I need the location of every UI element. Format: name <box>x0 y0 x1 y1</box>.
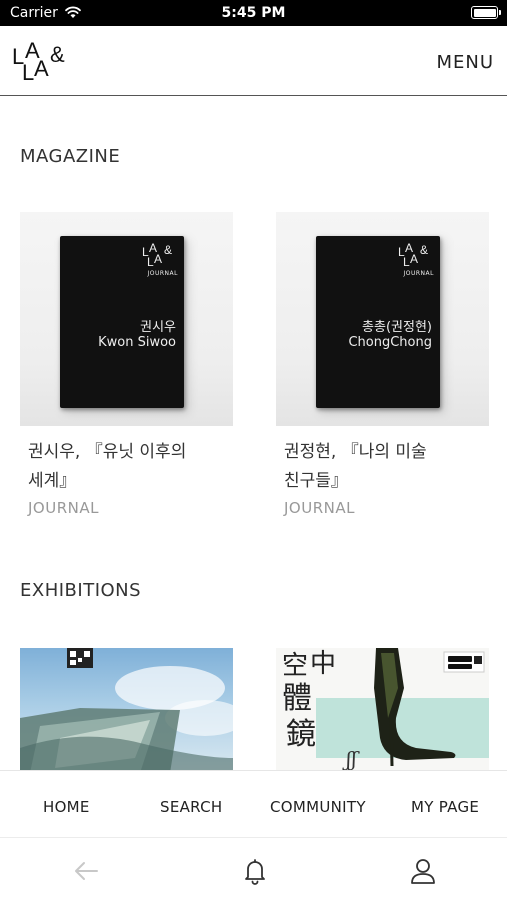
magazine-title[interactable]: 권정현, 『나의 미술 친구들』 <box>276 438 481 496</box>
bottom-toolbar <box>0 837 507 900</box>
cover-label: JOURNAL <box>147 270 178 277</box>
svg-text:&: & <box>50 42 65 67</box>
lala-logo[interactable]: L A & L A <box>12 40 76 84</box>
magazine-card[interactable]: L A & L A JOURNAL 총총(권정현) ChongChong 권정현… <box>276 212 489 517</box>
svg-text:&: & <box>420 243 428 257</box>
svg-text:空: 空 <box>282 651 308 681</box>
magazine-card[interactable]: L A & L A JOURNAL 권시우 Kwon Siwoo 권시우, 『유… <box>20 212 233 517</box>
svg-text:A: A <box>34 56 49 81</box>
user-icon[interactable] <box>408 856 438 886</box>
tab-home[interactable]: HOME <box>43 798 90 816</box>
app-header: L A & L A MENU <box>0 26 507 96</box>
status-bar: Carrier 5:45 PM <box>0 0 507 26</box>
bell-icon[interactable] <box>240 856 270 886</box>
svg-text:鏡: 鏡 <box>286 717 316 752</box>
cover-label: JOURNAL <box>403 270 434 277</box>
svg-text:A: A <box>410 252 418 266</box>
cover-logo: L A & L A <box>398 242 428 268</box>
magazine-title[interactable]: 권시우, 『유닛 이후의 세계』 <box>20 438 225 496</box>
tab-my-page[interactable]: MY PAGE <box>411 798 479 816</box>
cover-name-kr: 총총(권정현) <box>362 320 432 335</box>
clock: 5:45 PM <box>221 5 286 21</box>
bottom-tab-bar: HOME SEARCH COMMUNITY MY PAGE <box>0 770 507 900</box>
svg-text:L: L <box>403 255 410 268</box>
journal-book: L A & L A JOURNAL 권시우 Kwon Siwoo <box>60 236 184 408</box>
cover-name-en: Kwon Siwoo <box>98 335 176 350</box>
tab-search[interactable]: SEARCH <box>160 798 223 816</box>
exhibitions-section-title: EXHIBITIONS <box>20 580 142 601</box>
svg-text:&: & <box>164 243 172 257</box>
exhibition-poster-sky[interactable] <box>20 648 233 773</box>
main-tabs: HOME SEARCH COMMUNITY MY PAGE <box>0 771 507 841</box>
svg-text:L: L <box>147 255 154 268</box>
cover-name-kr: 권시우 <box>140 320 176 335</box>
journal-book: L A & L A JOURNAL 총총(권정현) ChongChong <box>316 236 440 408</box>
menu-button[interactable]: MENU <box>436 52 494 73</box>
svg-text:L: L <box>22 60 34 84</box>
magazine-category: JOURNAL <box>284 499 355 517</box>
magazine-cover-image[interactable]: L A & L A JOURNAL 권시우 Kwon Siwoo <box>20 212 233 426</box>
back-arrow-icon[interactable] <box>71 856 101 886</box>
svg-text:A: A <box>154 252 162 266</box>
poster-art <box>20 648 233 773</box>
magazine-category: JOURNAL <box>28 499 99 517</box>
magazine-cover-image[interactable]: L A & L A JOURNAL 총총(권정현) ChongChong <box>276 212 489 426</box>
poster-art: 空 中 體 鏡 ʃʃ <box>282 648 489 771</box>
exhibition-poster-boots[interactable]: 空 中 體 鏡 ʃʃ <box>276 648 489 773</box>
cover-name-en: ChongChong <box>348 335 432 350</box>
battery-icon <box>471 6 501 19</box>
svg-text:體: 體 <box>282 681 312 716</box>
magazine-section-title: MAGAZINE <box>20 146 121 167</box>
svg-text:中: 中 <box>310 649 336 679</box>
cover-logo: L A & L A <box>142 242 172 268</box>
tab-community[interactable]: COMMUNITY <box>270 798 366 816</box>
